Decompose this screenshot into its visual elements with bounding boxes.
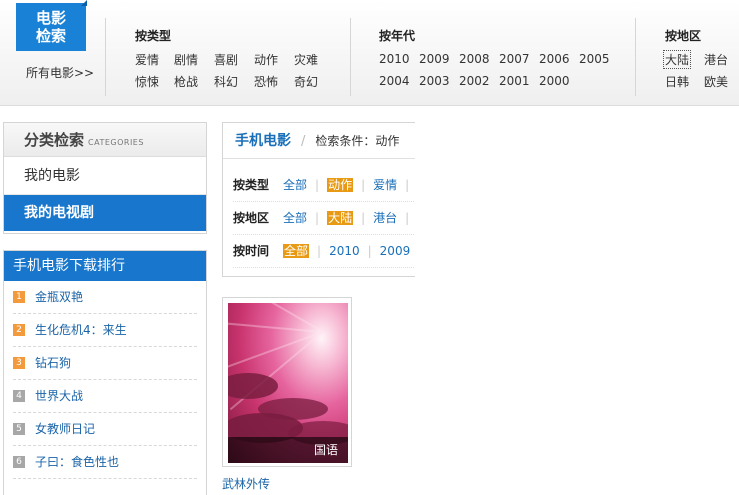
filter-value-selected[interactable]: 动作 <box>327 178 354 192</box>
type-option[interactable]: 惊悚 <box>135 73 159 90</box>
movie-poster[interactable]: 国语 <box>228 303 348 463</box>
divider <box>635 18 636 96</box>
year-option[interactable]: 2002 <box>459 74 490 88</box>
region-option[interactable]: 日韩 <box>665 73 689 90</box>
filter-value-selected[interactable]: 大陆 <box>327 211 354 225</box>
ranking-item-title[interactable]: 子曰：食色性也 <box>35 455 119 469</box>
type-option[interactable]: 恐怖 <box>254 73 278 90</box>
type-filter-title: 按类型 <box>135 29 172 43</box>
filter-row-label: 按类型 <box>233 178 270 192</box>
poster-language-badge: 国语 <box>228 437 348 463</box>
download-ranking-panel: 手机电影下载排行 1 金瓶双艳 2 生化危机4：来生 3 钻石狗 4 世界大战 5 女教师… <box>3 250 207 495</box>
ranking-item[interactable]: 6 子曰：食色性也 <box>13 446 197 479</box>
divider <box>350 18 351 96</box>
year-option[interactable]: 2010 <box>379 52 410 66</box>
category-item-my-movies[interactable]: 我的电影 <box>4 157 206 195</box>
ranking-item-title[interactable]: 钻石狗 <box>35 356 71 370</box>
year-option[interactable]: 2007 <box>499 52 530 66</box>
divider <box>105 18 106 96</box>
year-option[interactable]: 2009 <box>419 52 450 66</box>
logo-corner-icon <box>81 0 87 6</box>
year-option[interactable]: 2000 <box>539 74 570 88</box>
region-option[interactable]: 欧美 <box>704 73 728 90</box>
year-option[interactable]: 2008 <box>459 52 490 66</box>
filter-value[interactable]: 全部 <box>283 211 307 225</box>
rank-number-badge: 3 <box>13 356 25 369</box>
region-option-selected[interactable]: 大陆 <box>663 50 692 69</box>
category-item-my-tv-series[interactable]: 我的电视剧 <box>4 195 206 231</box>
category-panel: 分类检索 CATEGORIES 我的电影 我的电视剧 <box>3 122 207 234</box>
year-option[interactable]: 2003 <box>419 74 450 88</box>
category-panel-title: 分类检索 <box>24 131 85 149</box>
filter-value-selected[interactable]: 全部 <box>283 244 310 258</box>
ranking-item[interactable]: 3 钻石狗 <box>13 347 197 380</box>
type-option[interactable]: 剧情 <box>174 51 198 68</box>
filter-row-label: 按地区 <box>233 211 270 225</box>
ranking-list: 1 金瓶双艳 2 生化危机4：来生 3 钻石狗 4 世界大战 5 女教师日记 6 子曰：食色… <box>4 281 206 479</box>
ranking-item[interactable]: 5 女教师日记 <box>13 413 197 446</box>
category-panel-subtitle: CATEGORIES <box>88 138 144 147</box>
movie-title-link[interactable]: 武林外传 <box>222 475 270 492</box>
type-option[interactable]: 动作 <box>254 51 278 68</box>
type-option[interactable]: 喜剧 <box>214 51 238 68</box>
type-option[interactable]: 科幻 <box>214 73 238 90</box>
filter-row-type: 按类型全部|动作|爱情|剧 <box>233 178 410 192</box>
ranking-item[interactable]: 2 生化危机4：来生 <box>13 314 197 347</box>
filter-value[interactable]: 2010 <box>329 244 360 258</box>
rank-number-badge: 6 <box>13 455 25 468</box>
rank-number-badge: 1 <box>13 290 25 303</box>
filter-value[interactable]: 爱情 <box>373 178 397 192</box>
filter-value[interactable]: 港台 <box>373 211 397 225</box>
region-filter-title: 按地区 <box>665 29 702 43</box>
logo-line1: 电影 <box>35 9 66 27</box>
ranking-item-title[interactable]: 女教师日记 <box>35 422 95 436</box>
ranking-item-title[interactable]: 世界大战 <box>35 389 83 403</box>
year-option[interactable]: 2006 <box>539 52 570 66</box>
ranking-panel-title: 手机电影下载排行 <box>4 251 206 281</box>
main-panel-header: 手机电影 / 检索条件：动作 <box>223 123 415 159</box>
type-option[interactable]: 枪战 <box>174 73 198 90</box>
all-movies-link[interactable]: 所有电影>> <box>26 64 94 81</box>
main-filter-panel: 手机电影 / 检索条件：动作 按类型全部|动作|爱情|剧 按地区全部|大陆|港台|日… <box>222 122 415 277</box>
year-option[interactable]: 2001 <box>499 74 530 88</box>
ranking-item[interactable]: 4 世界大战 <box>13 380 197 413</box>
rank-number-badge: 2 <box>13 323 25 336</box>
top-filter-bar: 电影 检索 所有电影>> 按类型 爱情 剧情 喜剧 动作 灾难 惊悚 枪战 科幻… <box>0 0 739 106</box>
header-separator: / <box>301 134 306 149</box>
filter-value[interactable]: 2009 <box>380 244 411 258</box>
movie-search-logo: 电影 检索 <box>16 0 87 51</box>
filter-value[interactable]: 全部 <box>283 178 307 192</box>
rank-number-badge: 5 <box>13 422 25 435</box>
ranking-item[interactable]: 1 金瓶双艳 <box>13 281 197 314</box>
row-divider <box>233 234 415 235</box>
filter-row-label: 按时间 <box>233 244 270 258</box>
search-condition: 检索条件：动作 <box>315 134 400 148</box>
rank-number-badge: 4 <box>13 389 25 402</box>
type-option[interactable]: 爱情 <box>135 51 159 68</box>
category-panel-header: 分类检索 CATEGORIES <box>4 123 206 157</box>
type-option[interactable]: 灾难 <box>294 51 318 68</box>
year-option[interactable]: 2005 <box>579 52 610 66</box>
row-divider <box>233 267 415 268</box>
ranking-item-title[interactable]: 金瓶双艳 <box>35 290 83 304</box>
year-option[interactable]: 2004 <box>379 74 410 88</box>
movie-card[interactable]: 国语 <box>222 297 352 467</box>
main-panel-title: 手机电影 <box>235 133 291 149</box>
logo-line2: 检索 <box>35 27 66 45</box>
filter-row-time: 按时间全部|2010|2009|2 <box>233 244 411 258</box>
region-option[interactable]: 港台 <box>704 51 728 68</box>
row-divider <box>233 201 415 202</box>
year-filter-title: 按年代 <box>379 29 416 43</box>
type-option[interactable]: 奇幻 <box>294 73 318 90</box>
ranking-item-title[interactable]: 生化危机4：来生 <box>35 323 127 337</box>
filter-row-region: 按地区全部|大陆|港台|日 <box>233 211 410 225</box>
